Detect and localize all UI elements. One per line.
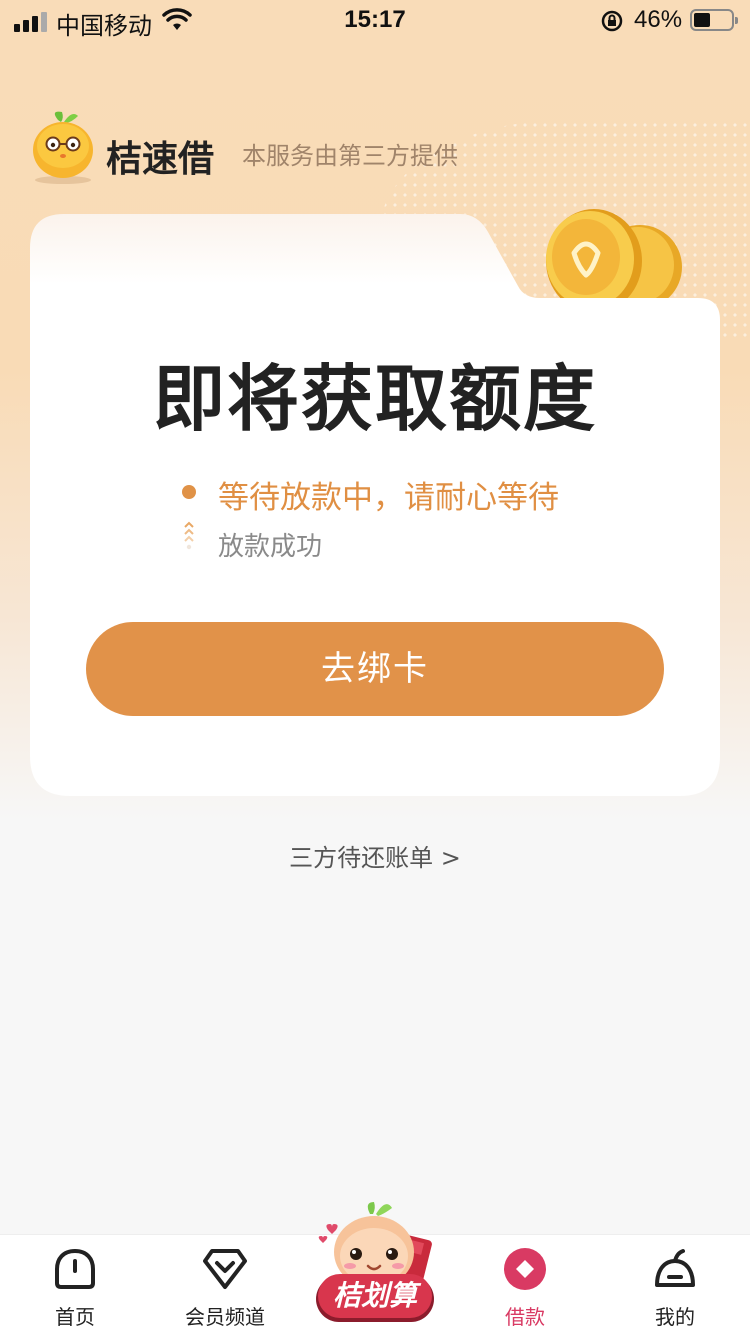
loan-icon xyxy=(504,1248,546,1290)
step-active-dot-icon xyxy=(182,485,196,499)
tab-profile[interactable]: 我的 xyxy=(600,1235,750,1334)
step-progress-arrows-icon xyxy=(184,521,194,550)
card-title: 即将获取额度 xyxy=(152,357,597,441)
bind-card-button[interactable]: 去绑卡 xyxy=(86,622,664,716)
quota-card: 即将获取额度 等待放款中，请耐心等待 放款成功 去绑卡 xyxy=(30,214,720,796)
profile-icon xyxy=(655,1249,695,1287)
status-bar: 中国移动 15:17 46% xyxy=(0,0,750,42)
tab-loan[interactable]: 借款 xyxy=(450,1235,600,1334)
home-icon xyxy=(55,1248,95,1289)
brand-name: 桔速借 xyxy=(106,139,215,180)
member-icon xyxy=(203,1249,247,1289)
battery-icon xyxy=(690,9,738,31)
tab-profile-label: 我的 xyxy=(655,1305,695,1329)
promo-label: 桔划算 xyxy=(332,1279,417,1312)
battery-percent: 46% xyxy=(634,6,683,33)
step-waiting-label: 等待放款中，请耐心等待 xyxy=(218,480,559,516)
tab-member[interactable]: 会员频道 xyxy=(150,1235,300,1334)
tab-member-label: 会员频道 xyxy=(185,1305,265,1329)
rotation-lock-icon xyxy=(601,10,623,32)
tab-loan-label: 借款 xyxy=(505,1305,545,1329)
third-party-note: 本服务由第三方提供 xyxy=(242,142,458,170)
mascot-logo-icon xyxy=(33,111,93,184)
tab-promo[interactable]: 桔划算 xyxy=(310,1200,442,1328)
third-party-bill-link[interactable]: 三方待还账单 > xyxy=(0,838,750,873)
step-success-label: 放款成功 xyxy=(218,532,323,562)
tab-home-label: 首页 xyxy=(55,1305,95,1329)
tab-home[interactable]: 首页 xyxy=(0,1235,150,1334)
